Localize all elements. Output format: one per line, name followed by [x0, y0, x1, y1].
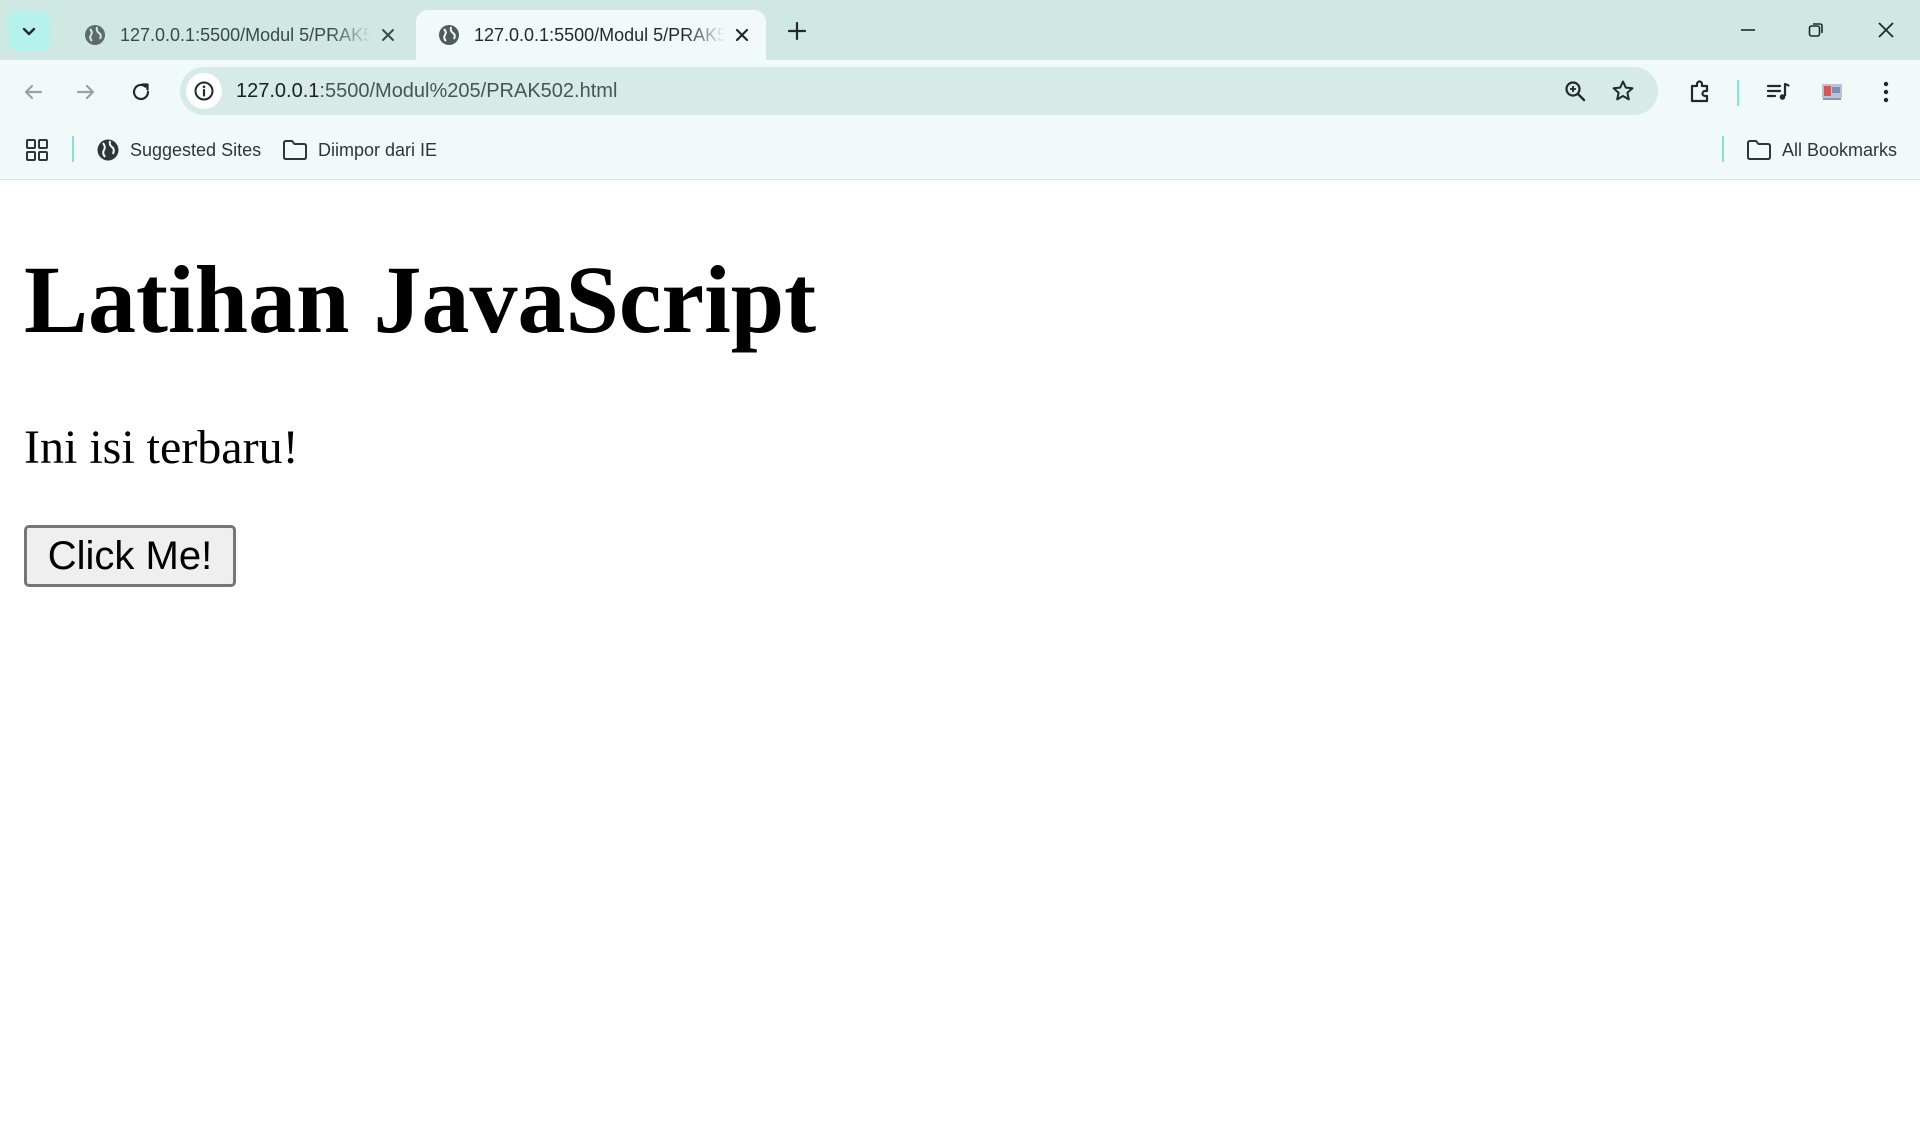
bookmark-folder-diimpor[interactable]: Diimpor dari IE [282, 134, 437, 166]
chevron-down-icon [22, 27, 36, 36]
globe-icon [85, 25, 105, 45]
media-controls-button[interactable] [1758, 72, 1798, 112]
info-icon [194, 81, 214, 101]
close-icon [1878, 22, 1894, 38]
puzzle-icon [1690, 80, 1709, 103]
globe-icon [439, 25, 459, 45]
tab-title: 127.0.0.1:5500/Modul 5/PRAK502.html [474, 24, 726, 45]
plus-icon [787, 21, 807, 41]
profile-button[interactable] [1812, 72, 1852, 112]
page-paragraph: Ini isi terbaru! [24, 421, 299, 474]
bookmarks-separator [1722, 136, 1724, 162]
zoom-in-icon [1565, 81, 1586, 102]
bookmarks-bar: Suggested Sites Diimpor dari IE All Book… [0, 120, 1920, 180]
apps-grid-icon [26, 139, 48, 161]
zoom-button[interactable] [1558, 74, 1592, 108]
bookmark-label: Suggested Sites [130, 139, 262, 160]
avatar-icon [1822, 84, 1842, 100]
address-bar[interactable]: 127.0.0.1:5500/Modul%205/PRAK502.html [180, 67, 1658, 115]
more-vertical-icon [1883, 81, 1889, 103]
arrow-left-icon [24, 84, 43, 100]
tab-strip: 127.0.0.1:5500/Modul 5/PRAK502.html 127.… [0, 0, 1920, 60]
bookmark-label: Diimpor dari IE [318, 139, 438, 160]
tab-title: 127.0.0.1:5500/Modul 5/PRAK502.html [120, 24, 372, 45]
url-host: 127.0.0.1 [236, 80, 320, 102]
url-text[interactable]: 127.0.0.1:5500/Modul%205/PRAK502.html [236, 67, 617, 115]
click-me-button[interactable]: Click Me! [24, 525, 236, 587]
restore-button[interactable] [1792, 8, 1840, 52]
close-tab-icon[interactable] [731, 22, 752, 48]
toolbar-separator [1737, 80, 1739, 106]
site-info-button[interactable] [186, 73, 222, 109]
back-button[interactable] [13, 72, 53, 112]
page-heading: Latihan JavaScript [24, 246, 817, 353]
browser-toolbar: 127.0.0.1:5500/Modul%205/PRAK502.html [0, 60, 1920, 120]
minimize-icon [1741, 29, 1755, 31]
extensions-button[interactable] [1680, 72, 1720, 112]
forward-button[interactable] [66, 72, 106, 112]
arrow-right-icon [76, 84, 95, 100]
new-tab-button[interactable] [780, 14, 814, 48]
star-icon [1612, 80, 1634, 101]
playlist-music-icon [1766, 82, 1790, 100]
close-tab-icon[interactable] [377, 22, 398, 48]
reload-button[interactable] [121, 72, 161, 112]
url-path: :5500/Modul%205/PRAK502.html [319, 80, 618, 102]
folder-icon [283, 140, 307, 160]
bookmark-suggested-sites[interactable]: Suggested Sites [96, 134, 261, 166]
all-bookmarks-label: All Bookmarks [1782, 139, 1898, 160]
all-bookmarks-button[interactable]: All Bookmarks [1746, 134, 1897, 166]
bookmarks-separator [72, 136, 74, 162]
tab-active[interactable]: 127.0.0.1:5500/Modul 5/PRAK502.html [416, 10, 766, 60]
menu-button[interactable] [1866, 72, 1906, 112]
bookmark-star-button[interactable] [1606, 74, 1640, 108]
tab-search-button[interactable] [8, 11, 50, 51]
restore-icon [1808, 23, 1823, 37]
apps-button[interactable] [24, 134, 60, 166]
globe-icon [97, 139, 119, 161]
minimize-button[interactable] [1724, 8, 1772, 52]
close-window-button[interactable] [1862, 8, 1910, 52]
reload-icon [132, 83, 150, 101]
folder-icon [1747, 140, 1771, 160]
tab-inactive[interactable]: 127.0.0.1:5500/Modul 5/PRAK502.html [62, 10, 412, 60]
